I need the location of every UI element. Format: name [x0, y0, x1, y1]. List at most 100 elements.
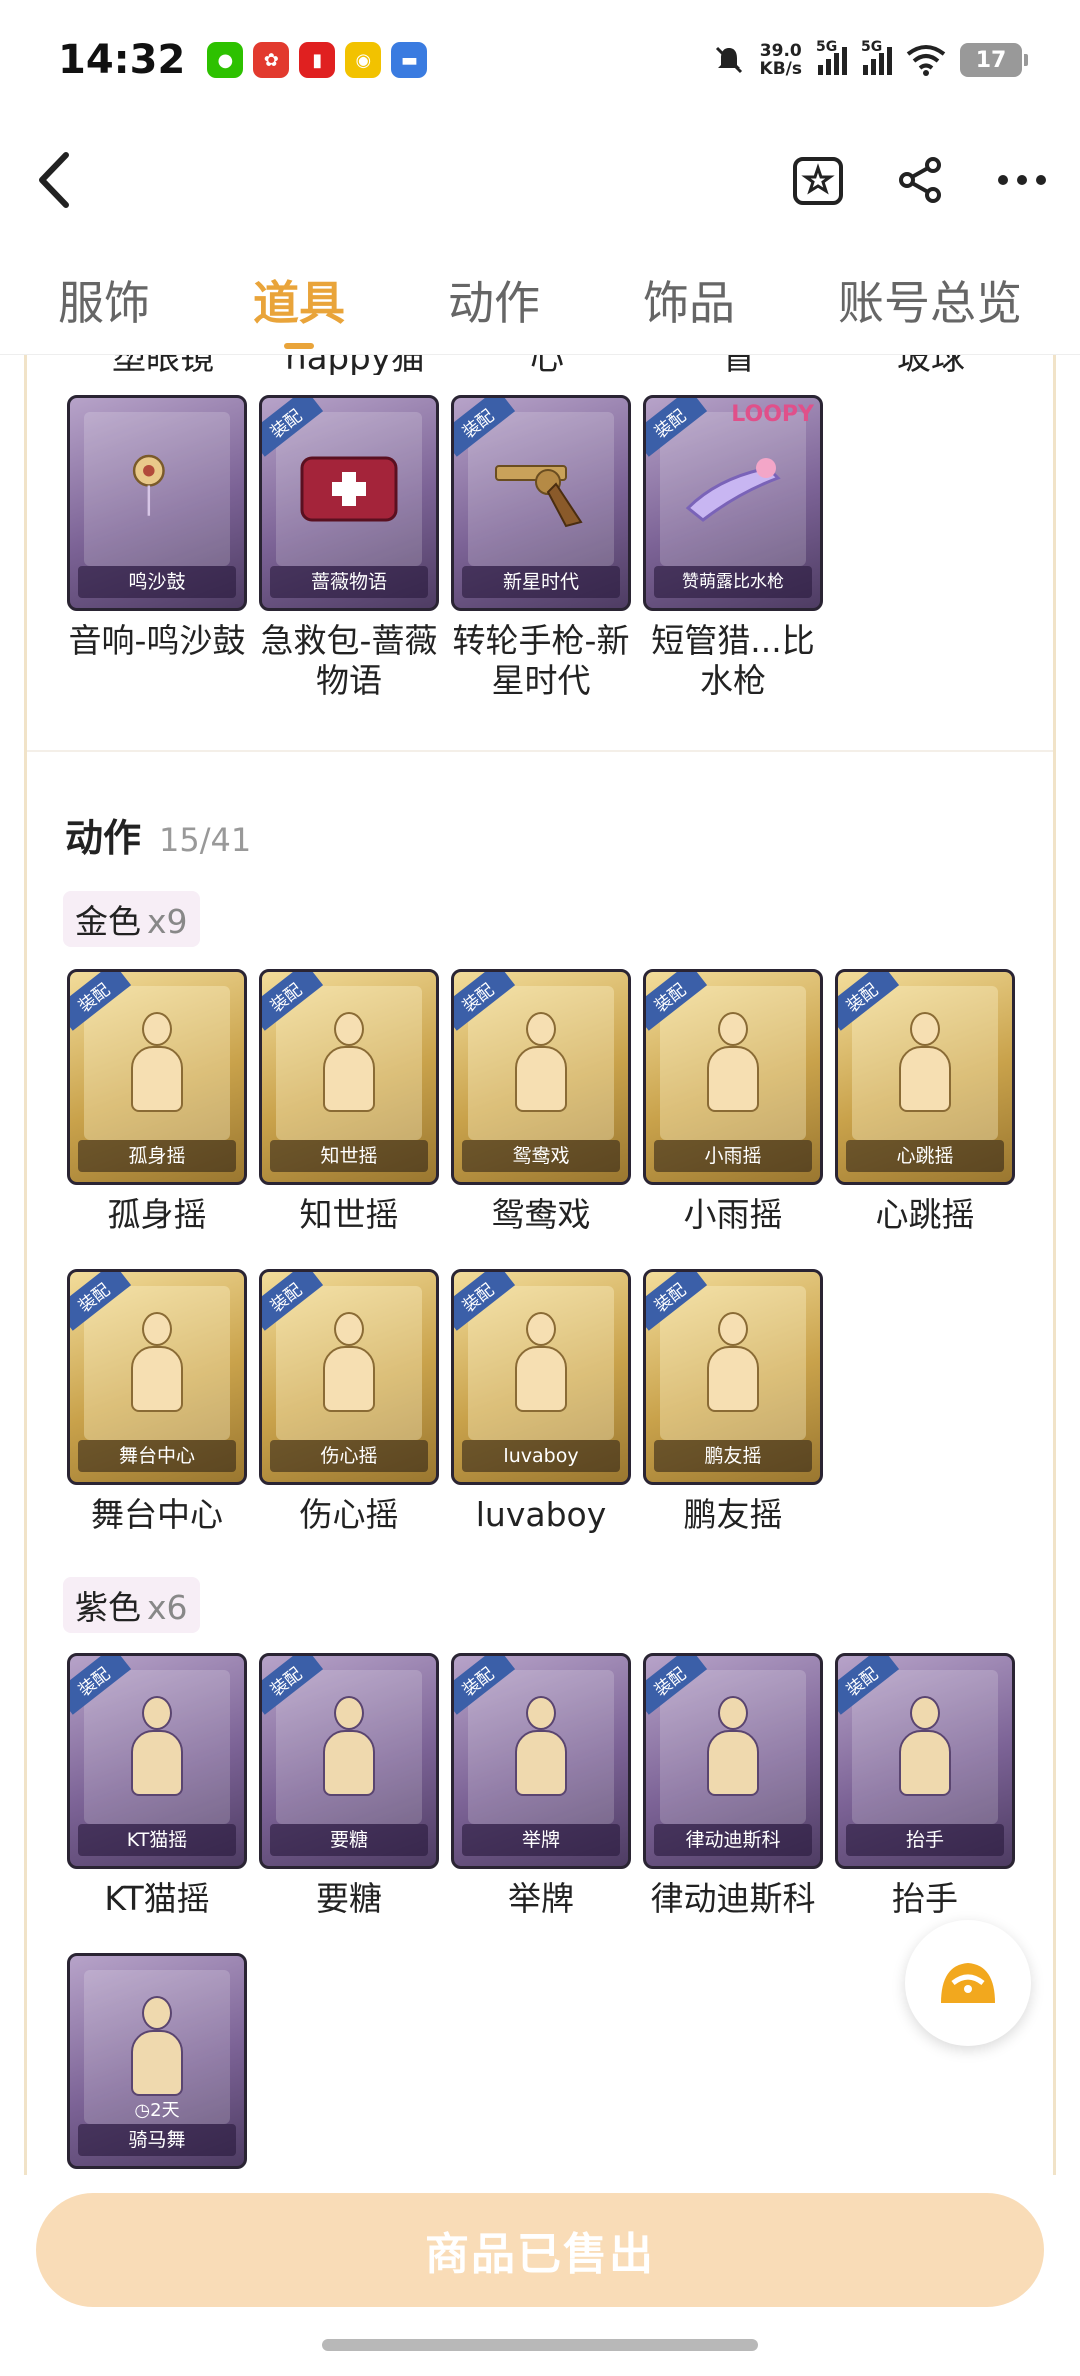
- water-gun-icon: [685, 458, 781, 522]
- yellow-app-icon: ◉: [345, 42, 382, 78]
- status-bar: 14:32 ● ✿ ▮ ◉ ▬ 39.0 KB/s 5G 5G 17: [0, 0, 1080, 120]
- cutoff-names-row: 塑眼镜 happy猫 心 冒 玻球: [67, 355, 1027, 375]
- item-label: KT猫摇: [78, 1824, 236, 1856]
- item-label: 伤心摇: [270, 1440, 428, 1472]
- floating-assistant-button[interactable]: [905, 1920, 1031, 2046]
- item-name: 急救包-蔷薇物语: [260, 621, 438, 700]
- item-label: 蔷薇物语: [270, 566, 428, 598]
- action-item[interactable]: 装配 舞台中心 舞台中心: [67, 1269, 247, 1535]
- figure-icon: [117, 1312, 197, 1422]
- purple-row-1: 装配 KT猫摇 KT猫摇 装配 要糖 要糖 装配 举牌 举牌 装配 律动迪斯科 …: [67, 1653, 1015, 1919]
- item-name: luvaboy: [475, 1495, 607, 1534]
- chat-app-icon: ▬: [391, 42, 428, 78]
- signal-1-icon: 5G: [816, 39, 847, 75]
- figure-icon: [693, 1696, 773, 1806]
- tab-account-overview[interactable]: 账号总览: [838, 267, 1022, 333]
- action-item[interactable]: 装配 要糖 要糖: [259, 1653, 439, 1919]
- tab-props[interactable]: 道具: [253, 267, 345, 333]
- section-divider: [27, 750, 1053, 752]
- figure-icon: [117, 1012, 197, 1122]
- gold-row-1: 装配 孤身摇 孤身摇 装配 知世摇 知世摇 装配 鸳鸯戏 鸳鸯戏 装配 小雨摇 …: [67, 969, 1015, 1235]
- action-item[interactable]: 装配 KT猫摇 KT猫摇: [67, 1653, 247, 1919]
- action-item[interactable]: 装配 抬手 抬手: [835, 1653, 1015, 1919]
- item-label: 骑马舞: [78, 2124, 236, 2156]
- share-button[interactable]: [892, 152, 948, 208]
- cutoff-name: 塑眼镜: [112, 355, 214, 375]
- action-item[interactable]: 装配 律动迪斯科 律动迪斯科: [643, 1653, 823, 1919]
- cutoff-name: 冒: [722, 355, 756, 375]
- action-item[interactable]: 装配 知世摇 知世摇: [259, 969, 439, 1235]
- prop-item[interactable]: 装配 LOOPY 赞萌露比水枪 短管猎...比水枪: [643, 395, 823, 701]
- item-label: 赞萌露比水枪: [654, 566, 812, 598]
- prop-item[interactable]: 鸣沙鼓 音响-鸣沙鼓: [67, 395, 247, 701]
- home-indicator[interactable]: [322, 2339, 758, 2351]
- item-card: 装配 蔷薇物语: [259, 395, 439, 611]
- item-label: 小雨摇: [654, 1140, 812, 1172]
- item-label: 鹏友摇: [654, 1440, 812, 1472]
- action-item[interactable]: 装配 鸳鸯戏 鸳鸯戏: [451, 969, 631, 1235]
- cutoff-name: 心: [530, 355, 564, 375]
- item-name: 音响-鸣沙鼓: [68, 621, 246, 660]
- prop-item[interactable]: 装配 蔷薇物语 急救包-蔷薇物语: [259, 395, 439, 701]
- assistant-cat-icon: [941, 1963, 995, 2003]
- item-label: 抬手: [846, 1824, 1004, 1856]
- item-label: 心跳摇: [846, 1140, 1004, 1172]
- item-card: 装配 抬手: [835, 1653, 1015, 1869]
- pinduoduo-icon: ✿: [253, 42, 290, 78]
- item-label: 舞台中心: [78, 1440, 236, 1472]
- item-label: 鸣沙鼓: [78, 566, 236, 598]
- item-name: 举牌: [508, 1879, 574, 1918]
- item-card: 装配 小雨摇: [643, 969, 823, 1185]
- figure-icon: [309, 1312, 389, 1422]
- action-item[interactable]: 装配 心跳摇 心跳摇: [835, 969, 1015, 1235]
- action-item[interactable]: 装配 小雨摇 小雨摇: [643, 969, 823, 1235]
- timer-label: ◷2天: [70, 2096, 244, 2122]
- item-label: 孤身摇: [78, 1140, 236, 1172]
- status-right: 39.0 KB/s 5G 5G 17: [712, 39, 1028, 78]
- action-item[interactable]: 装配 孤身摇 孤身摇: [67, 969, 247, 1235]
- item-name: 要糖: [316, 1879, 382, 1918]
- favorite-button[interactable]: [790, 152, 846, 208]
- favorite-star-icon: [793, 157, 843, 205]
- more-button[interactable]: [994, 152, 1050, 208]
- tab-accessories[interactable]: 饰品: [643, 267, 735, 333]
- figure-icon: [117, 1996, 197, 2106]
- category-tabs: 服饰 道具 动作 饰品 账号总览: [0, 245, 1080, 355]
- item-name: 知世摇: [299, 1195, 399, 1234]
- item-name: 鸳鸯戏: [491, 1195, 591, 1234]
- item-card: 装配 鸳鸯戏: [451, 969, 631, 1185]
- action-item[interactable]: ◷2天 骑马舞: [67, 1953, 247, 2169]
- item-card: ◷2天 骑马舞: [67, 1953, 247, 2169]
- rarity-label: 紫色: [75, 1588, 141, 1627]
- tab-actions[interactable]: 动作: [448, 267, 540, 333]
- item-name: 孤身摇: [107, 1195, 207, 1234]
- item-card: 鸣沙鼓: [67, 395, 247, 611]
- action-item[interactable]: 装配 伤心摇 伤心摇: [259, 1269, 439, 1535]
- item-label: 要糖: [270, 1824, 428, 1856]
- status-time: 14:32: [58, 37, 186, 83]
- action-item[interactable]: 装配 举牌 举牌: [451, 1653, 631, 1919]
- first-aid-kit-icon: [300, 456, 398, 522]
- news-app-icon: ▮: [299, 42, 336, 78]
- figure-icon: [501, 1696, 581, 1806]
- prop-item[interactable]: 装配 新星时代 转轮手枪-新星时代: [451, 395, 631, 701]
- bottom-bar: 商品已售出: [0, 2175, 1080, 2376]
- action-item[interactable]: 装配 luvaboy luvaboy: [451, 1269, 631, 1535]
- item-name: 伤心摇: [299, 1495, 399, 1534]
- rarity-count: x6: [147, 1588, 188, 1627]
- item-card: 装配 LOOPY 赞萌露比水枪: [643, 395, 823, 611]
- sold-out-button[interactable]: 商品已售出: [36, 2193, 1044, 2307]
- signal-2-icon: 5G: [861, 39, 892, 75]
- item-name: 鹏友摇: [683, 1495, 783, 1534]
- tab-clothing[interactable]: 服饰: [58, 267, 150, 333]
- item-card: 装配 伤心摇: [259, 1269, 439, 1485]
- item-name: 律动迪斯科: [650, 1879, 816, 1918]
- figure-icon: [117, 1696, 197, 1806]
- figure-icon: [693, 1312, 773, 1422]
- clock-icon: ◷: [134, 2100, 151, 2121]
- item-name: 舞台中心: [91, 1495, 223, 1534]
- action-item[interactable]: 装配 鹏友摇 鹏友摇: [643, 1269, 823, 1535]
- item-card: 装配 律动迪斯科: [643, 1653, 823, 1869]
- back-arrow-icon[interactable]: [30, 145, 80, 215]
- inventory-content: 塑眼镜 happy猫 心 冒 玻球 鸣沙鼓 音响-鸣沙鼓 装配 蔷薇物语 急救包…: [24, 355, 1056, 2175]
